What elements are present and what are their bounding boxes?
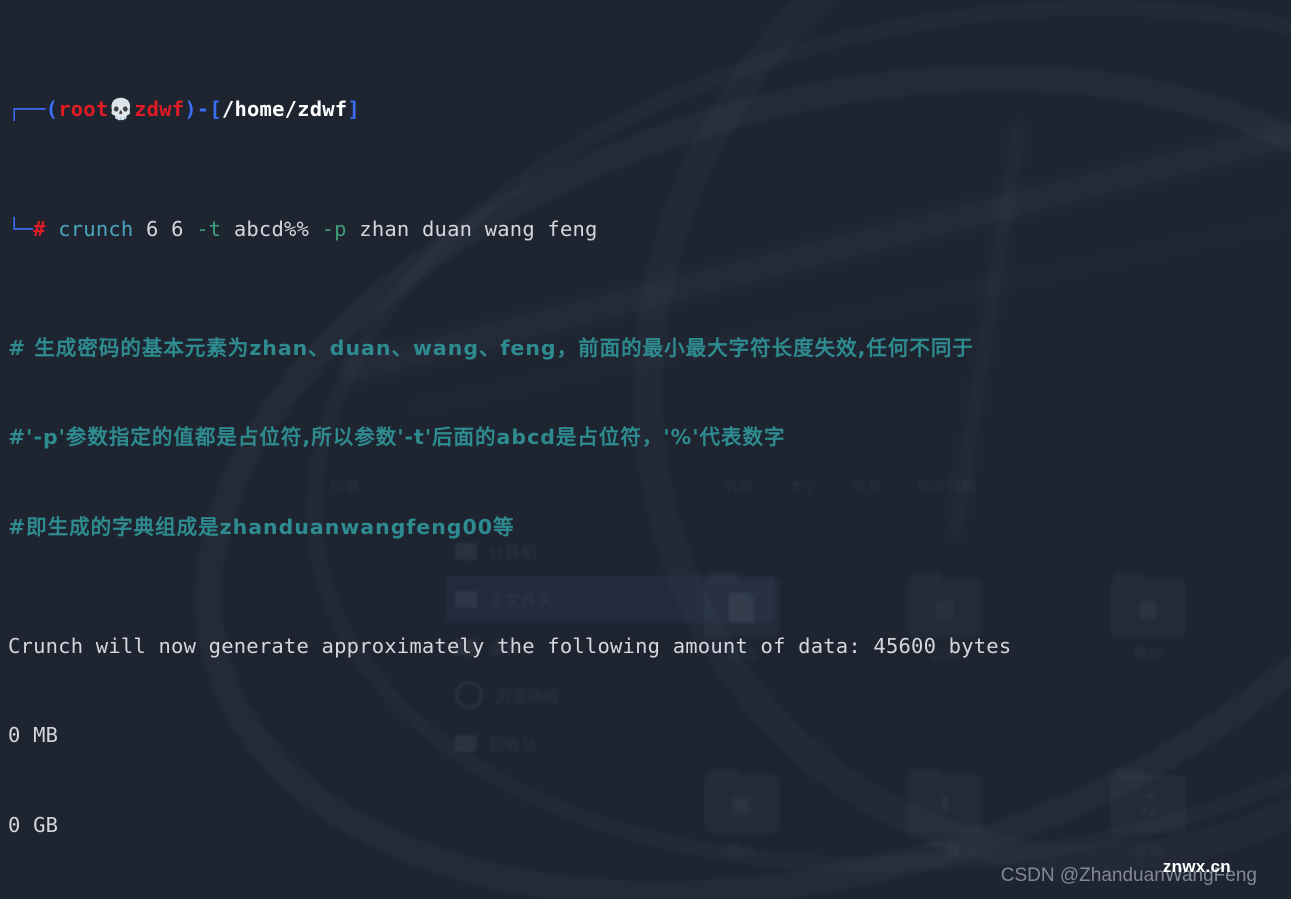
- command-arg-min: 6: [146, 216, 159, 241]
- command-line: └─# crunch 6 6 -t abcd%% -p zhan duan wa…: [8, 215, 1291, 245]
- output-line-gb: 0 GB: [8, 812, 59, 837]
- prompt-bracket-close: ]: [347, 97, 360, 122]
- command-flag-t: -t: [196, 216, 222, 241]
- terminal-output-area[interactable]: ┌──(root💀zdwf)-[/home/zdwf] └─# crunch 6…: [0, 0, 1291, 899]
- comment-line-2: #'-p'参数指定的值都是占位符,所以参数'-t'后面的abcd是占位符，'%'…: [8, 425, 786, 450]
- prompt-corner-bottom: └─: [8, 216, 34, 241]
- skull-icon: 💀: [108, 97, 135, 122]
- prompt-paren-close: )-[: [184, 97, 222, 122]
- command-arg-max: 6: [171, 216, 184, 241]
- prompt-path: /home/zdwf: [221, 97, 348, 122]
- prompt-sigil: #: [33, 216, 46, 241]
- prompt-line-1: ┌──(root💀zdwf)-[/home/zdwf]: [8, 95, 1291, 125]
- command-words: zhan duan wang feng: [359, 216, 598, 241]
- comment-line-1: # 生成密码的基本元素为zhan、duan、wang、feng，前面的最小最大字…: [8, 335, 974, 360]
- command-name: crunch: [58, 216, 134, 241]
- output-line-mb: 0 MB: [8, 723, 59, 748]
- prompt-paren-open: (: [45, 97, 59, 122]
- watermark-brand: znwx.cn: [1162, 857, 1231, 876]
- prompt-corner-top: ┌──: [8, 97, 46, 122]
- terminal-screenshot: 位置 名称 大小 类型 修改日期 计算机 主文件夹 桌面 浏览网络 回收站 📄 …: [0, 0, 1291, 899]
- command-flag-p: -p: [321, 216, 347, 241]
- prompt-user: root: [58, 97, 109, 122]
- comment-line-3: #即生成的字典组成是zhanduanwangfeng00等: [8, 514, 515, 539]
- prompt-host: zdwf: [134, 97, 185, 122]
- output-line-data-amount: Crunch will now generate approximately t…: [8, 633, 1012, 658]
- command-pattern: abcd%%: [233, 216, 310, 241]
